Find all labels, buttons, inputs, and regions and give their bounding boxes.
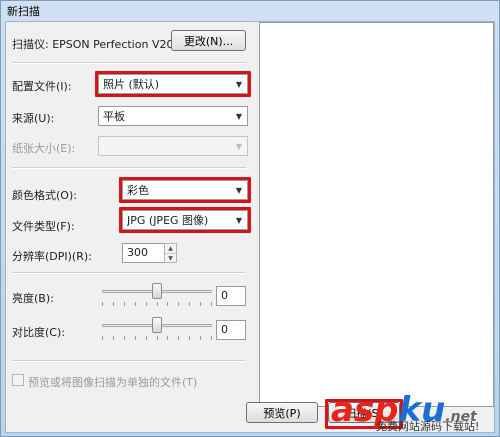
spin-down-icon[interactable]: ▼ xyxy=(165,253,176,263)
paper-size-label: 纸张大小(E): xyxy=(12,142,76,155)
slider-tick xyxy=(211,302,212,306)
brightness-slider-ticks xyxy=(102,302,212,306)
contrast-label: 对比度(C): xyxy=(12,326,65,339)
slider-tick xyxy=(124,302,125,306)
slider-tick xyxy=(167,336,168,340)
brightness-slider-thumb[interactable] xyxy=(152,283,162,299)
watermark-tagline: 免费网站源码下载站! xyxy=(376,420,480,433)
chevron-down-icon: ▼ xyxy=(235,111,243,121)
change-scanner-button[interactable]: 更改(N)... xyxy=(171,30,246,51)
slider-tick xyxy=(178,336,179,340)
slider-tick xyxy=(157,336,158,340)
slider-tick xyxy=(200,336,201,340)
contrast-input[interactable]: 0 xyxy=(216,320,246,340)
resolution-label: 分辨率(DPI)(R): xyxy=(12,250,92,263)
separator xyxy=(12,62,246,64)
scan-dialog-window: 新扫描 扫描仪: EPSON Perfection V200 更改(N)... … xyxy=(0,0,500,437)
contrast-slider-thumb[interactable] xyxy=(152,317,162,333)
brightness-input[interactable]: 0 xyxy=(216,286,246,306)
slider-tick xyxy=(146,336,147,340)
slider-tick xyxy=(146,302,147,306)
window-title: 新扫描 xyxy=(7,5,40,18)
slider-tick xyxy=(189,302,190,306)
highlight-box xyxy=(95,71,251,97)
slider-tick xyxy=(200,302,201,306)
slider-tick xyxy=(113,302,114,306)
slider-tick xyxy=(167,302,168,306)
slider-tick xyxy=(211,336,212,340)
slider-tick xyxy=(124,336,125,340)
scanner-label: 扫描仪: EPSON Perfection V200 xyxy=(12,38,181,51)
scan-preview-area xyxy=(259,22,494,407)
separate-files-checkbox[interactable] xyxy=(12,374,24,386)
spin-up-icon[interactable]: ▲ xyxy=(165,244,176,253)
separate-files-label: 预览或将图像扫描为单独的文件(T) xyxy=(28,376,198,389)
contrast-slider-ticks xyxy=(102,336,212,340)
slider-tick xyxy=(178,302,179,306)
preview-button[interactable]: 预览(P) xyxy=(246,402,318,423)
slider-tick xyxy=(102,336,103,340)
source-dropdown[interactable]: 平板 ▼ xyxy=(98,106,248,126)
separator xyxy=(12,360,246,362)
file-type-label: 文件类型(F): xyxy=(12,220,75,233)
resolution-input[interactable]: 300 xyxy=(122,243,166,263)
paper-size-dropdown[interactable]: ▼ xyxy=(98,136,248,156)
profile-label: 配置文件(I): xyxy=(12,80,72,93)
source-label: 来源(U): xyxy=(12,112,55,125)
slider-tick xyxy=(157,302,158,306)
slider-tick xyxy=(135,302,136,306)
dialog-client-area: 扫描仪: EPSON Perfection V200 更改(N)... 配置文件… xyxy=(5,21,495,433)
chevron-down-icon: ▼ xyxy=(235,141,243,151)
separator xyxy=(12,167,246,169)
slider-tick xyxy=(135,336,136,340)
resolution-spinner[interactable]: ▲ ▼ xyxy=(164,243,177,263)
source-value: 平板 xyxy=(103,110,125,123)
slider-tick xyxy=(102,302,103,306)
brightness-label: 亮度(B): xyxy=(12,292,54,305)
separator xyxy=(12,272,246,274)
color-format-label: 颜色格式(O): xyxy=(12,189,77,202)
slider-tick xyxy=(189,336,190,340)
slider-tick xyxy=(113,336,114,340)
highlight-box xyxy=(119,207,251,233)
highlight-box xyxy=(119,177,251,203)
